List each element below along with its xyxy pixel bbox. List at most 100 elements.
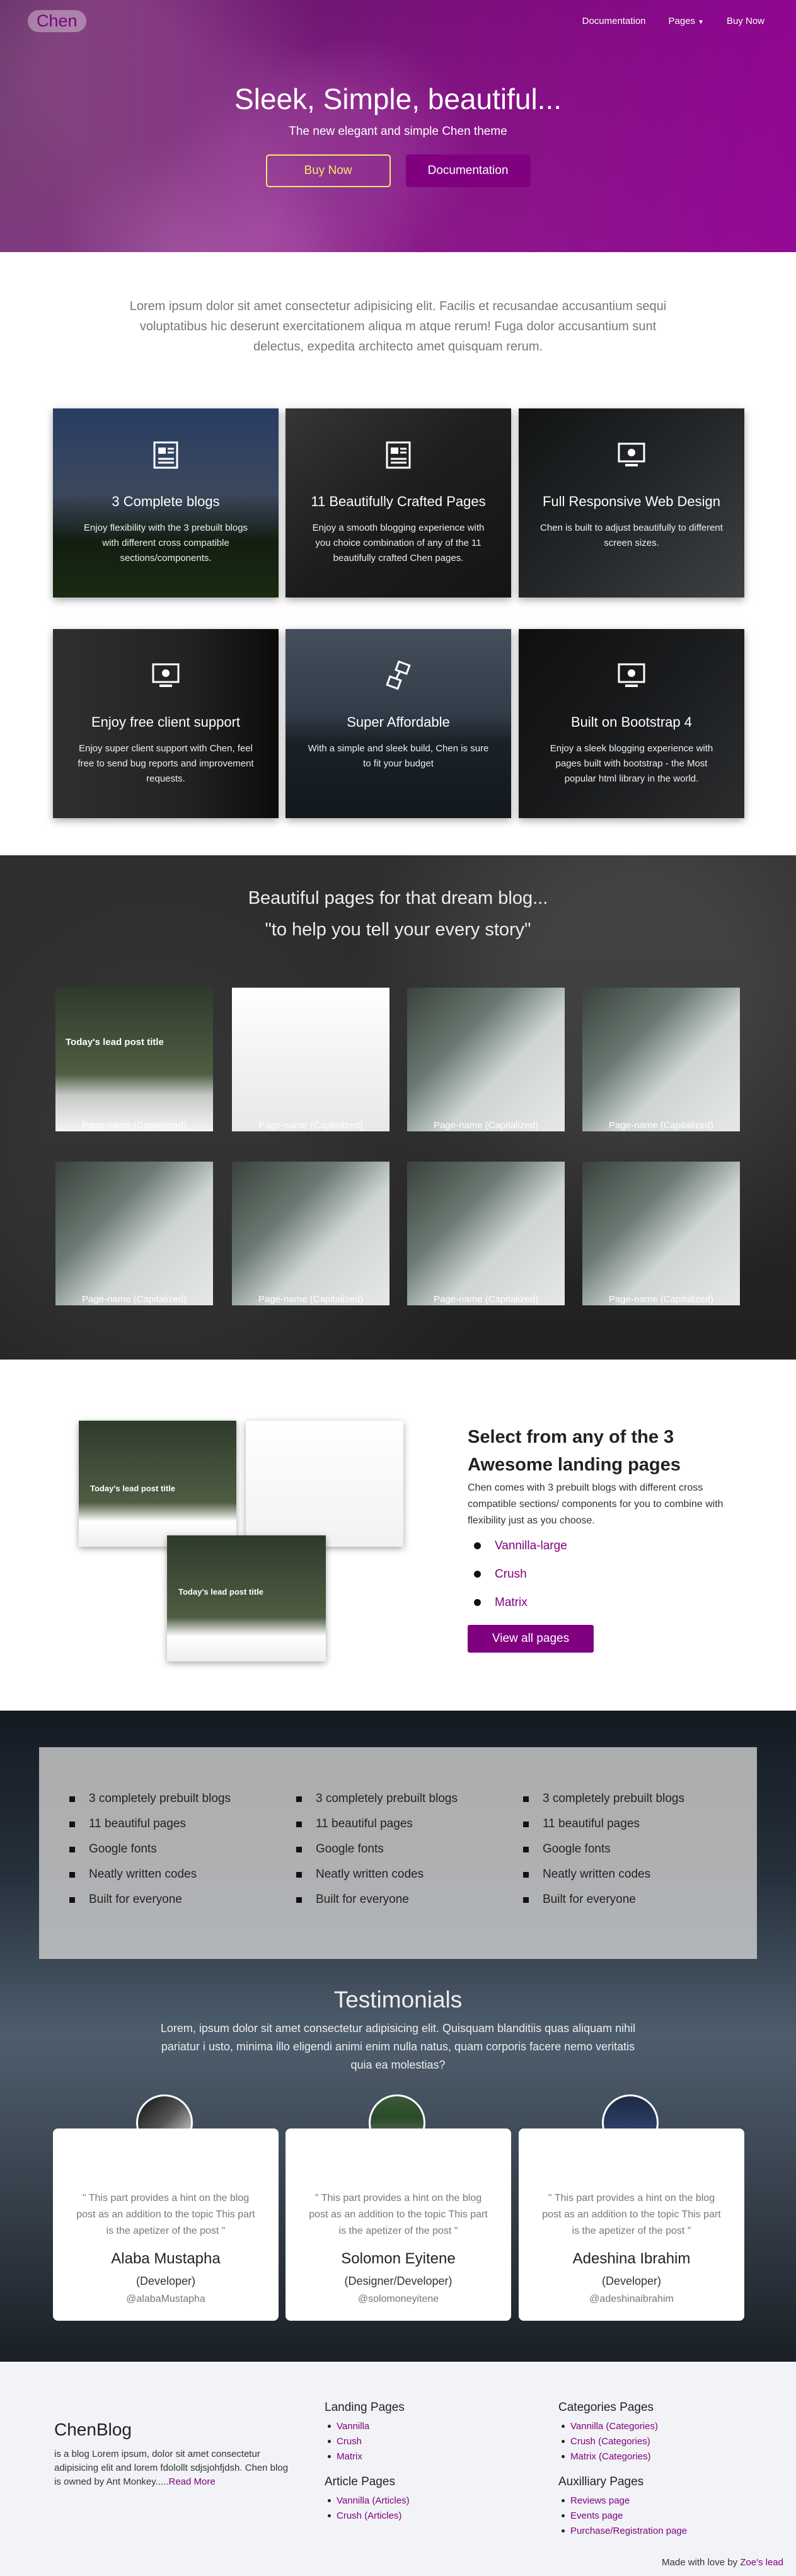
feature-text: Enjoy a smooth blogging experience with … <box>312 523 485 563</box>
feature-item: 3 completely prebuilt blogs <box>69 1786 231 1811</box>
page-caption: Page-name (Capitalized) <box>609 1294 713 1305</box>
landing-link-crush[interactable]: Crush <box>474 1560 567 1588</box>
feature-title: 11 Beautifully Crafted Pages <box>311 494 486 509</box>
pages-showcase-section: Beautiful pages for that dream blog... "… <box>0 855 796 1360</box>
intro-text: Lorem ipsum dolor sit amet consectetur a… <box>129 299 667 354</box>
pages-icon <box>386 441 411 469</box>
landing-description: Chen comes with 3 prebuilt blogs with di… <box>468 1482 724 1526</box>
footer-heading-landing: Landing Pages <box>325 2401 405 2414</box>
page-thumbnail[interactable]: Page-name (Capitalized) <box>582 1162 740 1305</box>
feature-item: 3 completely prebuilt blogs <box>296 1786 458 1811</box>
footer-link[interactable]: Matrix <box>328 2449 369 2464</box>
page-thumbnail[interactable]: Page-name (Capitalized) <box>582 988 740 1131</box>
feature-item: 3 completely prebuilt blogs <box>523 1786 684 1811</box>
made-with-love: Made with love by Zoe's lead <box>662 2557 783 2568</box>
page-thumbnail[interactable]: Page-name (Capitalized) <box>232 1162 389 1305</box>
testimonial-name: Solomon Eyitene <box>341 2250 456 2267</box>
showcase-title: Beautiful pages for that dream blog... <box>248 888 548 908</box>
hero-title: Sleek, Simple, beautiful... <box>234 83 562 115</box>
testimonial-name: Alaba Mustapha <box>111 2250 221 2267</box>
testimonial-handle[interactable]: @adeshinaibrahim <box>519 2294 744 2305</box>
testimonial-quote: " This part provides a hint on the blog … <box>309 2193 488 2236</box>
landing-list: Vannilla-large Crush Matrix <box>474 1532 567 1617</box>
footer-link[interactable]: Reviews page <box>562 2493 687 2508</box>
testimonial-card: " This part provides a hint on the blog … <box>53 2128 279 2321</box>
made-text: Made with love by <box>662 2557 738 2568</box>
feature-item: Neatly written codes <box>69 1862 231 1887</box>
footer-link[interactable]: Crush (Articles) <box>328 2508 410 2523</box>
landing-link-vannilla[interactable]: Vannilla-large <box>474 1532 567 1560</box>
footer-link[interactable]: Purchase/Registration page <box>562 2523 687 2538</box>
landing-link-matrix[interactable]: Matrix <box>474 1588 567 1617</box>
feature-item: 11 beautiful pages <box>296 1811 458 1837</box>
author-link[interactable]: Zoe's lead <box>740 2557 783 2568</box>
footer-link[interactable]: Vannilla (Articles) <box>328 2493 410 2508</box>
documentation-button[interactable]: Documentation <box>405 154 531 187</box>
page-thumbnail[interactable]: Page-name (Capitalized) <box>407 1162 565 1305</box>
affordable-icon <box>386 661 411 690</box>
brand-logo[interactable]: Chen <box>28 9 86 32</box>
testimonial-quote: " This part provides a hint on the blog … <box>542 2193 721 2236</box>
footer-link[interactable]: Vannilla (Categories) <box>562 2418 658 2434</box>
testimonial-handle[interactable]: @solomoneyitene <box>286 2294 511 2305</box>
page-thumbnail[interactable]: Page-name (Capitalized) <box>232 988 389 1131</box>
testimonial-handle[interactable]: @alabaMustapha <box>53 2294 279 2305</box>
nav-link-documentation[interactable]: Documentation <box>582 16 646 26</box>
footer-brand: ChenBlog <box>54 2420 132 2439</box>
page-thumbnail[interactable]: Page-name (Capitalized) <box>55 1162 213 1305</box>
testimonial-card: " This part provides a hint on the blog … <box>286 2128 511 2321</box>
blog-icon <box>153 441 178 469</box>
page-thumbnail[interactable]: Today's lead post title Page-name (Capit… <box>55 988 213 1131</box>
testimonial-name: Adeshina Ibrahim <box>572 2250 691 2267</box>
nav-link-buy-now[interactable]: Buy Now <box>727 16 764 26</box>
bootstrap-icon <box>618 663 645 687</box>
footer-link[interactable]: Crush (Categories) <box>562 2434 658 2449</box>
page-thumbnail[interactable]: Page-name (Capitalized) <box>407 988 565 1131</box>
feature-card: Full Responsive Web Design Chen is built… <box>519 408 744 598</box>
showcase-tagline: "to help you tell your every story" <box>265 920 531 940</box>
nav-links: Documentation Pages ▼ Buy Now <box>582 16 764 26</box>
feature-text: Enjoy flexibility with the 3 prebuilt bl… <box>83 523 248 563</box>
feature-card: Super Affordable With a simple and sleek… <box>286 629 511 818</box>
footer-link[interactable]: Vannilla <box>328 2418 369 2434</box>
feature-item: Neatly written codes <box>523 1862 684 1887</box>
hero-subtitle: The new elegant and simple Chen theme <box>289 125 507 138</box>
feature-item: Built for everyone <box>523 1887 684 1912</box>
hero-buttons: Buy Now Documentation <box>0 154 796 187</box>
testimonial-role: (Developer) <box>136 2275 196 2287</box>
testimonial-role: (Developer) <box>601 2275 662 2287</box>
feature-card: Enjoy free client support Enjoy super cl… <box>53 629 279 818</box>
feature-item: Built for everyone <box>296 1887 458 1912</box>
view-all-pages-button[interactable]: View all pages <box>468 1625 594 1653</box>
footer-heading-article: Article Pages <box>325 2475 395 2488</box>
features-column: 3 completely prebuilt blogs 11 beautiful… <box>296 1786 458 1912</box>
buy-now-button[interactable]: Buy Now <box>265 154 391 187</box>
read-more-link[interactable]: Read More <box>168 2476 215 2487</box>
page-caption: Page-name (Capitalized) <box>258 1294 363 1305</box>
page-caption: Page-name (Capitalized) <box>82 1294 187 1305</box>
footer-link[interactable]: Events page <box>562 2508 687 2523</box>
footer-link[interactable]: Matrix (Categories) <box>562 2449 658 2464</box>
testimonial-quote: " This part provides a hint on the blog … <box>76 2193 255 2236</box>
landing-preview-vannilla[interactable]: Today's lead post title <box>79 1421 236 1547</box>
landing-title: Select from any of the 3 Awesome landing… <box>468 1427 681 1475</box>
landing-preview-matrix[interactable]: Today's lead post title <box>167 1535 326 1661</box>
testimonials-description: Lorem, ipsum dolor sit amet consectetur … <box>160 2022 636 2071</box>
feature-card: 11 Beautifully Crafted Pages Enjoy a smo… <box>286 408 511 598</box>
page-caption: Page-name (Capitalized) <box>609 1120 713 1131</box>
page: Sleek, Simple, beautiful... The new eleg… <box>0 0 796 2576</box>
testimonial-role: (Designer/Developer) <box>344 2275 453 2287</box>
footer-link[interactable]: Crush <box>328 2434 369 2449</box>
feature-card: Built on Bootstrap 4 Enjoy a sleek blogg… <box>519 629 744 818</box>
nav-link-pages[interactable]: Pages ▼ <box>669 16 704 26</box>
page-caption: Page-name (Capitalized) <box>82 1120 187 1131</box>
footer-description: is a blog Lorem ipsum, dolor sit amet co… <box>54 2447 294 2489</box>
landing-preview-crush[interactable] <box>246 1421 403 1547</box>
footer-heading-auxilliary: Auxilliary Pages <box>558 2475 644 2488</box>
thumb-post-title: Today's lead post title <box>66 1037 164 1048</box>
responsive-icon <box>618 442 645 466</box>
caret-down-icon: ▼ <box>698 18 704 26</box>
testimonials-title: Testimonials <box>333 1987 463 2013</box>
feature-title: Built on Bootstrap 4 <box>570 714 692 730</box>
features-column: 3 completely prebuilt blogs 11 beautiful… <box>69 1786 231 1912</box>
